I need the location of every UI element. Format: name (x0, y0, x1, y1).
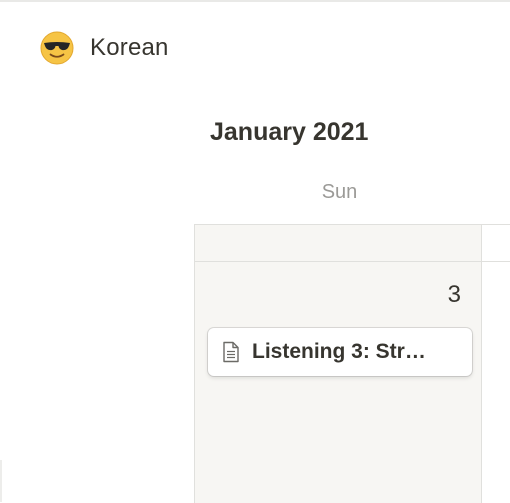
event-card[interactable]: Listening 3: Str… (208, 328, 472, 376)
sunglasses-emoji-icon (40, 31, 74, 65)
page-title[interactable]: Korean (90, 34, 169, 62)
month-heading: January 2021 (210, 118, 369, 146)
day-cell-sunday[interactable]: 3 Listening 3: Str… (194, 225, 482, 503)
left-edge-divider (0, 460, 2, 502)
day-number: 3 (447, 281, 461, 308)
document-icon (223, 341, 239, 363)
top-divider (0, 0, 510, 2)
weekday-label-sunday: Sun (321, 181, 358, 203)
day-cell-monday[interactable] (482, 225, 510, 503)
event-title: Listening 3: Str… (252, 340, 426, 363)
calendar-grid: 3 Listening 3: Str… (194, 224, 510, 503)
page-header: Korean (40, 28, 169, 68)
week-row-divider (194, 261, 510, 262)
